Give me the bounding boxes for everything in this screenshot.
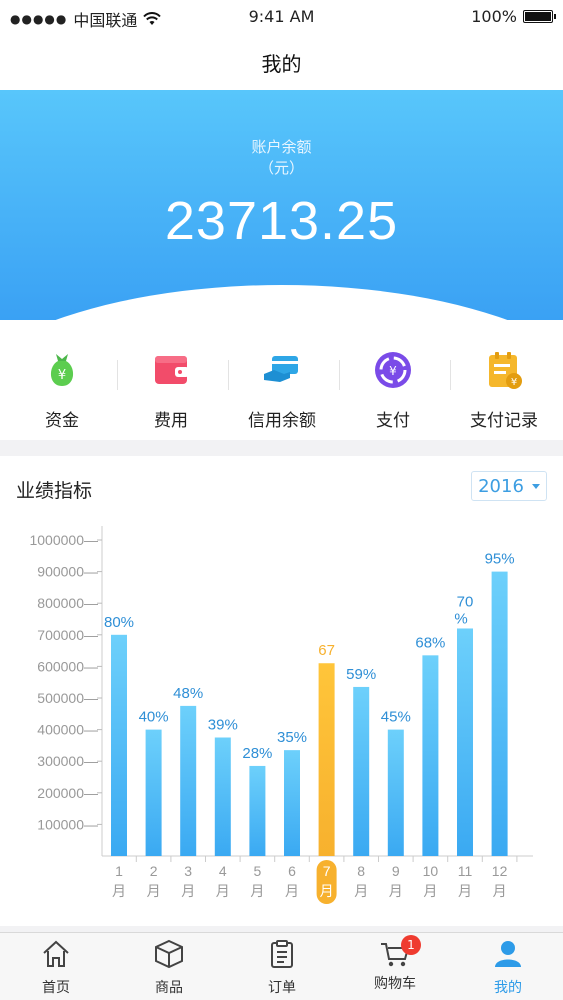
data-label: 68% — [415, 634, 445, 651]
data-label: 39% — [208, 717, 238, 734]
account-header: 账户余额 （元） 23713.25 — [0, 90, 563, 320]
data-label: 28% — [242, 745, 272, 762]
quick-item-pay[interactable]: ¥ 支付 — [337, 350, 449, 431]
home-icon — [43, 940, 69, 967]
data-label: 95% — [485, 551, 515, 568]
x-tick-label: 月 — [147, 884, 161, 900]
x-tick-label: 月 — [389, 884, 403, 900]
wallet-icon — [155, 356, 189, 384]
year-select[interactable]: 2016 — [471, 471, 547, 501]
bar — [284, 750, 300, 856]
tab-products[interactable]: 商品 — [113, 939, 225, 997]
data-label: 70 — [457, 593, 474, 610]
x-tick-label: 6 — [288, 863, 296, 879]
svg-text:¥: ¥ — [511, 377, 517, 388]
y-tick-label: 300000— — [37, 753, 98, 769]
y-tick-label: 100000— — [37, 816, 98, 832]
x-tick-label: 11 — [458, 863, 473, 879]
x-tick-label: 月 — [250, 884, 264, 900]
battery-icon — [523, 10, 556, 23]
x-tick-label: 5 — [254, 863, 262, 879]
x-tick-label: 10 — [423, 863, 439, 879]
bar — [111, 634, 127, 856]
tab-orders[interactable]: 订单 — [226, 939, 338, 997]
bar — [491, 571, 508, 856]
bar — [422, 655, 439, 856]
y-tick-label: 700000— — [37, 627, 98, 643]
x-tick-label: 月 — [354, 884, 368, 900]
user-icon — [495, 941, 521, 967]
bar — [214, 737, 231, 856]
x-tick-label: 月 — [423, 884, 437, 900]
page-title: 我的 — [261, 52, 302, 76]
y-tick-label: 500000— — [37, 690, 98, 706]
performance-section: 业绩指标 2016 100000— 200000— 300000— 400000— 50… — [0, 456, 563, 926]
data-label: 45% — [381, 709, 411, 726]
bar — [387, 729, 404, 856]
balance-amount: 23713.25 — [164, 191, 399, 251]
quick-menu: ¥ 资金 费用 信用余额 ¥ 支付 ¥ 支付记录 — [0, 320, 563, 440]
data-label: 59% — [346, 666, 376, 683]
header-curve — [0, 285, 563, 320]
status-bar: ●●●●● 中国联通 9:41 AM 100% — [0, 0, 563, 34]
bar — [180, 705, 197, 856]
x-tick-label: 月 — [181, 884, 195, 900]
battery-percent: 100% — [471, 7, 517, 26]
performance-title: 业绩指标 — [16, 480, 93, 502]
data-label: 40% — [139, 709, 169, 726]
x-tick-label: 7 — [323, 863, 331, 879]
payment-record-icon: ¥ — [489, 352, 522, 389]
x-tick-label: 月 — [112, 884, 126, 900]
cart-badge: 1 — [401, 935, 421, 955]
x-tick-label: 月 — [285, 884, 299, 900]
bar — [249, 765, 266, 856]
tab-home[interactable]: 首页 — [0, 939, 112, 997]
x-tick-label: 月 — [493, 884, 507, 900]
bar — [318, 663, 335, 856]
money-bag-icon: ¥ — [50, 354, 74, 386]
data-label: % — [454, 610, 467, 627]
data-label: 80% — [104, 614, 134, 631]
x-tick-label: 2 — [150, 863, 158, 879]
y-tick-label: 1000000— — [29, 532, 98, 548]
nav-bar: 我的 — [0, 34, 563, 90]
y-tick-label: 600000— — [37, 658, 98, 674]
x-tick-label: 4 — [219, 863, 227, 879]
tab-bar: 首页 商品 订单 1 购物车 我的 — [0, 932, 563, 1000]
quick-item-pay-record[interactable]: ¥ 支付记录 — [448, 350, 560, 431]
x-tick-label: 12 — [492, 863, 508, 879]
quick-item-funds[interactable]: ¥ 资金 — [6, 350, 118, 431]
y-tick-label: 400000— — [37, 722, 98, 738]
x-tick-label: 月 — [458, 884, 472, 900]
bar — [457, 628, 473, 856]
svg-text:¥: ¥ — [389, 364, 397, 378]
y-tick-label: 800000— — [37, 595, 98, 611]
tab-mine[interactable]: 我的 — [452, 939, 563, 997]
credit-card-icon — [264, 356, 298, 382]
quick-item-fees[interactable]: 费用 — [115, 350, 227, 431]
x-tick-label: 月 — [216, 884, 230, 900]
clipboard-icon — [271, 940, 293, 968]
data-label: 67 — [318, 642, 335, 659]
bar — [145, 729, 162, 856]
x-tick-label: 3 — [184, 863, 192, 879]
caret-down-icon — [531, 483, 540, 489]
performance-chart: 100000— 200000— 300000— 400000— 500000— 60000… — [29, 526, 533, 904]
x-tick-label: 月 — [320, 884, 334, 900]
quick-item-credit[interactable]: 信用余额 — [226, 350, 338, 431]
data-label: 35% — [277, 729, 307, 746]
svg-text:¥: ¥ — [58, 368, 66, 383]
x-tick-label: 1 — [115, 863, 123, 879]
bar — [353, 686, 370, 856]
y-tick-label: 900000— — [37, 564, 98, 580]
y-tick-label: 200000— — [37, 785, 98, 801]
balance-label: 账户余额 （元） — [251, 138, 312, 177]
x-tick-label: 8 — [357, 863, 365, 879]
payment-icon: ¥ — [375, 352, 411, 388]
data-label: 48% — [173, 685, 203, 702]
box-icon — [155, 939, 183, 969]
tab-cart[interactable]: 1 购物车 — [339, 935, 451, 993]
x-tick-label: 9 — [392, 863, 400, 879]
